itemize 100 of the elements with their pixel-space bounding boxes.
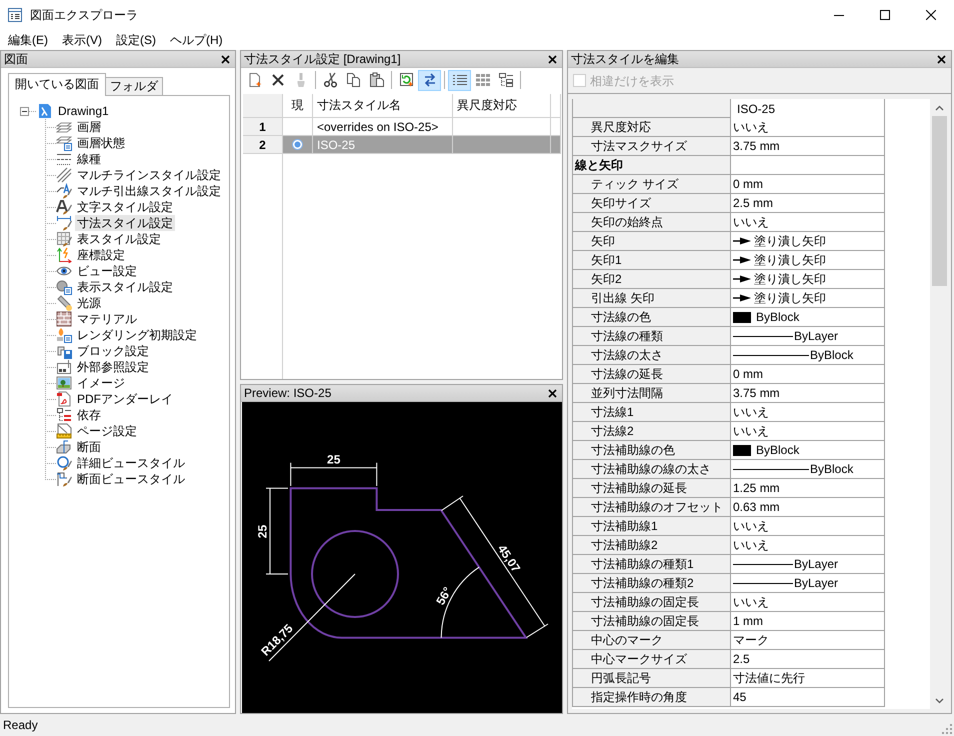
property-name: 寸法補助線1 bbox=[572, 517, 731, 536]
hierarchy-icon bbox=[56, 407, 72, 423]
copy-icon bbox=[346, 72, 362, 88]
property-value[interactable]: いいえ bbox=[733, 518, 769, 534]
menu-item[interactable]: 編集(E) bbox=[2, 31, 54, 49]
property-name: 引出線 矢印 bbox=[572, 289, 731, 308]
tree-item[interactable]: 文字スタイル設定 bbox=[75, 199, 175, 215]
tree-item[interactable]: マテリアル bbox=[75, 311, 139, 327]
tree-item[interactable]: ページ設定 bbox=[75, 423, 139, 439]
tree-item[interactable]: 寸法スタイル設定 bbox=[75, 215, 175, 231]
property-name: 矢印2 bbox=[572, 270, 731, 289]
close-icon bbox=[548, 388, 556, 398]
property-value[interactable]: マーク bbox=[733, 632, 769, 648]
brick-wall-icon bbox=[56, 311, 72, 327]
property-name: 異尺度対応 bbox=[572, 118, 731, 137]
tree-item[interactable]: 外部参照設定 bbox=[75, 359, 151, 375]
property-value[interactable]: いいえ bbox=[733, 537, 769, 553]
property-value[interactable]: 寸法値に先行 bbox=[733, 670, 805, 686]
menu-item[interactable]: 設定(S) bbox=[110, 31, 162, 49]
tree-item[interactable]: 座標設定 bbox=[75, 247, 127, 263]
reload-page-icon bbox=[398, 72, 414, 88]
property-value[interactable]: 0 mm bbox=[733, 366, 763, 382]
property-value[interactable]: いいえ bbox=[733, 594, 769, 610]
row-number: 1 bbox=[243, 118, 283, 136]
list-view-button[interactable] bbox=[448, 70, 471, 90]
tree-item[interactable]: 表示スタイル設定 bbox=[75, 279, 175, 295]
property-name: ティック サイズ bbox=[572, 175, 731, 194]
property-value[interactable]: 2.5 bbox=[733, 651, 750, 667]
property-value[interactable]: ByBlock bbox=[756, 442, 800, 458]
tree-item[interactable]: マルチ引出線スタイル設定 bbox=[75, 183, 223, 199]
property-value[interactable]: 2.5 mm bbox=[733, 195, 774, 211]
property-value[interactable]: 1.25 mm bbox=[733, 480, 780, 496]
table-cell: ISO-25 bbox=[313, 136, 453, 154]
tree-item[interactable]: 断面ビュースタイル bbox=[75, 471, 187, 487]
tree-item[interactable]: 断面 bbox=[75, 439, 103, 455]
property-value[interactable]: ByLayer bbox=[794, 575, 838, 591]
panel-title: Preview: ISO-25 bbox=[244, 386, 332, 400]
tree-item[interactable]: 依存 bbox=[75, 407, 103, 423]
flame-card-icon bbox=[56, 327, 72, 343]
property-value[interactable]: ByLayer bbox=[794, 328, 838, 344]
property-name: 中心のマーク bbox=[572, 631, 731, 650]
property-name: 寸法補助線の固定長 bbox=[572, 612, 731, 631]
tree-item[interactable]: Drawing1 bbox=[56, 103, 111, 119]
tab[interactable]: フォルダ bbox=[105, 77, 163, 95]
table-row[interactable]: 2 ISO-25 bbox=[243, 136, 560, 154]
property-value[interactable]: 塗り潰し矢印 bbox=[754, 290, 826, 306]
property-value[interactable]: 0 mm bbox=[733, 176, 763, 192]
letter-brush-icon bbox=[56, 199, 72, 215]
tree-item[interactable]: 画層状態 bbox=[75, 135, 127, 151]
property-value[interactable]: いいえ bbox=[733, 404, 769, 420]
tree-item[interactable]: 表スタイル設定 bbox=[75, 231, 163, 247]
property-value[interactable]: 45 bbox=[733, 689, 746, 705]
property-value[interactable]: ByBlock bbox=[756, 309, 800, 325]
property-name: 寸法線の太さ bbox=[572, 346, 731, 365]
tree-item[interactable]: ビュー設定 bbox=[75, 263, 139, 279]
tree-item[interactable]: PDFアンダーレイ bbox=[75, 391, 175, 407]
tab[interactable]: 開いている図面 bbox=[8, 73, 106, 96]
property-value[interactable]: ByLayer bbox=[794, 556, 838, 572]
property-value[interactable]: いいえ bbox=[733, 214, 769, 230]
pdf-icon bbox=[56, 391, 72, 407]
property-value[interactable]: 0.63 mm bbox=[733, 499, 780, 515]
property-value[interactable]: ByBlock bbox=[810, 461, 854, 477]
delete-icon bbox=[270, 72, 286, 88]
tree-item[interactable]: 光源 bbox=[75, 295, 103, 311]
property-value[interactable]: 塗り潰し矢印 bbox=[754, 271, 826, 287]
swap-button[interactable] bbox=[418, 70, 441, 90]
line-sample-icon bbox=[733, 468, 809, 470]
tree-item[interactable]: ブロック設定 bbox=[75, 343, 151, 359]
tree-item[interactable]: イメージ bbox=[75, 375, 127, 391]
property-value[interactable]: 1 mm bbox=[733, 613, 763, 629]
property-name: 寸法線の種類 bbox=[572, 327, 731, 346]
property-value[interactable]: 塗り潰し矢印 bbox=[754, 252, 826, 268]
property-value[interactable]: 3.75 mm bbox=[733, 385, 780, 401]
section-header: 線と矢印 bbox=[572, 156, 731, 175]
menu-item[interactable]: ヘルプ(H) bbox=[164, 31, 229, 49]
arrowhead-icon bbox=[733, 275, 751, 283]
reference-frame-icon bbox=[56, 359, 72, 375]
property-value[interactable]: 3.75 mm bbox=[733, 138, 780, 154]
property-name: 中心マークサイズ bbox=[572, 650, 731, 669]
tree-item[interactable]: 画層 bbox=[75, 119, 103, 135]
tree-item[interactable]: マルチラインスタイル設定 bbox=[75, 167, 223, 183]
collapse-icon[interactable] bbox=[20, 106, 29, 116]
tree-item[interactable]: レンダリング初期設定 bbox=[75, 327, 199, 343]
property-name: 円弧長記号 bbox=[572, 669, 731, 688]
property-value[interactable]: いいえ bbox=[733, 119, 769, 135]
property-value[interactable]: いいえ bbox=[733, 423, 769, 439]
tree-item[interactable]: 線種 bbox=[75, 151, 103, 167]
property-value[interactable]: 塗り潰し矢印 bbox=[754, 233, 826, 249]
paste-icon bbox=[368, 72, 384, 88]
property-name: 寸法線の延長 bbox=[572, 365, 731, 384]
menu-item[interactable]: 表示(V) bbox=[56, 31, 108, 49]
property-name: 矢印の始終点 bbox=[572, 213, 731, 232]
window-title: 図面エクスプローラ bbox=[30, 7, 139, 23]
tree-item[interactable]: 詳細ビュースタイル bbox=[75, 455, 187, 471]
leader-brush-icon bbox=[56, 183, 72, 199]
table-row[interactable]: 1 <overrides on ISO-25> bbox=[243, 118, 560, 136]
corner-cell bbox=[243, 94, 283, 118]
property-value[interactable]: ByBlock bbox=[810, 347, 854, 363]
panel-title: 図面 bbox=[4, 52, 28, 66]
scroll-thumb[interactable] bbox=[932, 116, 947, 286]
